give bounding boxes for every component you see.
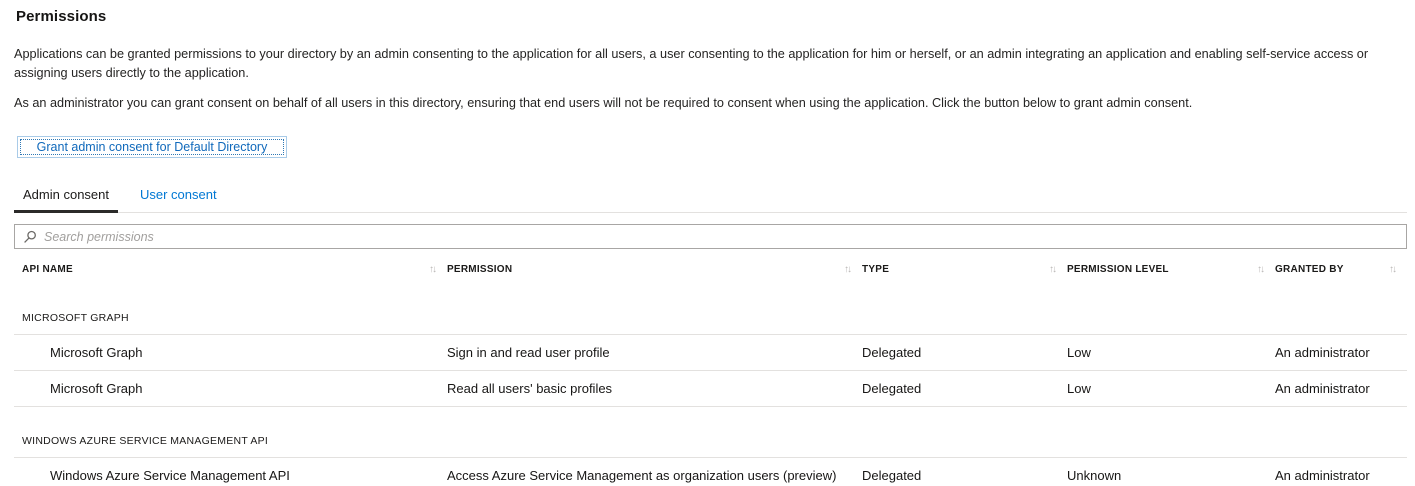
column-header-label: TYPE [862,264,889,275]
table-header-row: API NAME ↑↓ PERMISSION ↑↓ TYPE ↑↓ PERMIS… [14,249,1407,284]
table-row[interactable]: Windows Azure Service Management API Acc… [14,458,1407,486]
cell-granted-by: An administrator [1275,468,1407,483]
cell-type: Delegated [862,381,1067,396]
column-header-label: PERMISSION LEVEL [1067,264,1169,275]
cell-permission: Access Azure Service Management as organ… [447,468,862,483]
sort-icon[interactable]: ↑↓ [1389,264,1395,275]
cell-permission: Sign in and read user profile [447,345,862,360]
cell-type: Delegated [862,468,1067,483]
search-icon [23,230,37,244]
cell-permission: Read all users' basic profiles [447,381,862,396]
sort-icon[interactable]: ↑↓ [1049,264,1055,275]
sort-icon[interactable]: ↑↓ [429,264,435,275]
cell-permission-level: Low [1067,381,1275,396]
sort-icon[interactable]: ↑↓ [1257,264,1263,275]
description-paragraph-2: As an administrator you can grant consen… [14,94,1404,113]
consent-tabs: Admin consent User consent [14,181,1407,213]
cell-granted-by: An administrator [1275,381,1407,396]
column-header-permission-level[interactable]: PERMISSION LEVEL ↑↓ [1067,264,1275,275]
permissions-page: Permissions Applications can be granted … [0,0,1415,486]
search-permissions-box [14,224,1407,249]
page-title: Permissions [16,8,1407,25]
cell-granted-by: An administrator [1275,345,1407,360]
tab-admin-consent[interactable]: Admin consent [14,181,118,212]
search-input[interactable] [44,230,1398,244]
group-header-windows-azure-service-management-api: WINDOWS AZURE SERVICE MANAGEMENT API [14,407,1407,458]
column-header-type[interactable]: TYPE ↑↓ [862,264,1067,275]
tab-user-consent[interactable]: User consent [131,181,226,212]
cell-api-name: Microsoft Graph [14,345,447,360]
column-header-label: API NAME [22,264,73,275]
permissions-table: API NAME ↑↓ PERMISSION ↑↓ TYPE ↑↓ PERMIS… [14,249,1407,486]
column-header-api-name[interactable]: API NAME ↑↓ [14,264,447,275]
description-paragraph-1: Applications can be granted permissions … [14,45,1404,83]
table-row[interactable]: Microsoft Graph Sign in and read user pr… [14,335,1407,371]
column-header-label: GRANTED BY [1275,264,1344,275]
column-header-permission[interactable]: PERMISSION ↑↓ [447,264,862,275]
table-row[interactable]: Microsoft Graph Read all users' basic pr… [14,371,1407,407]
sort-icon[interactable]: ↑↓ [844,264,850,275]
cell-type: Delegated [862,345,1067,360]
cell-permission-level: Low [1067,345,1275,360]
cell-permission-level: Unknown [1067,468,1275,483]
column-header-granted-by[interactable]: GRANTED BY ↑↓ [1275,264,1407,275]
cell-api-name: Windows Azure Service Management API [14,468,447,483]
group-header-microsoft-graph: MICROSOFT GRAPH [14,284,1407,335]
cell-api-name: Microsoft Graph [14,381,447,396]
grant-admin-consent-button[interactable]: Grant admin consent for Default Director… [17,136,287,158]
column-header-label: PERMISSION [447,264,512,275]
